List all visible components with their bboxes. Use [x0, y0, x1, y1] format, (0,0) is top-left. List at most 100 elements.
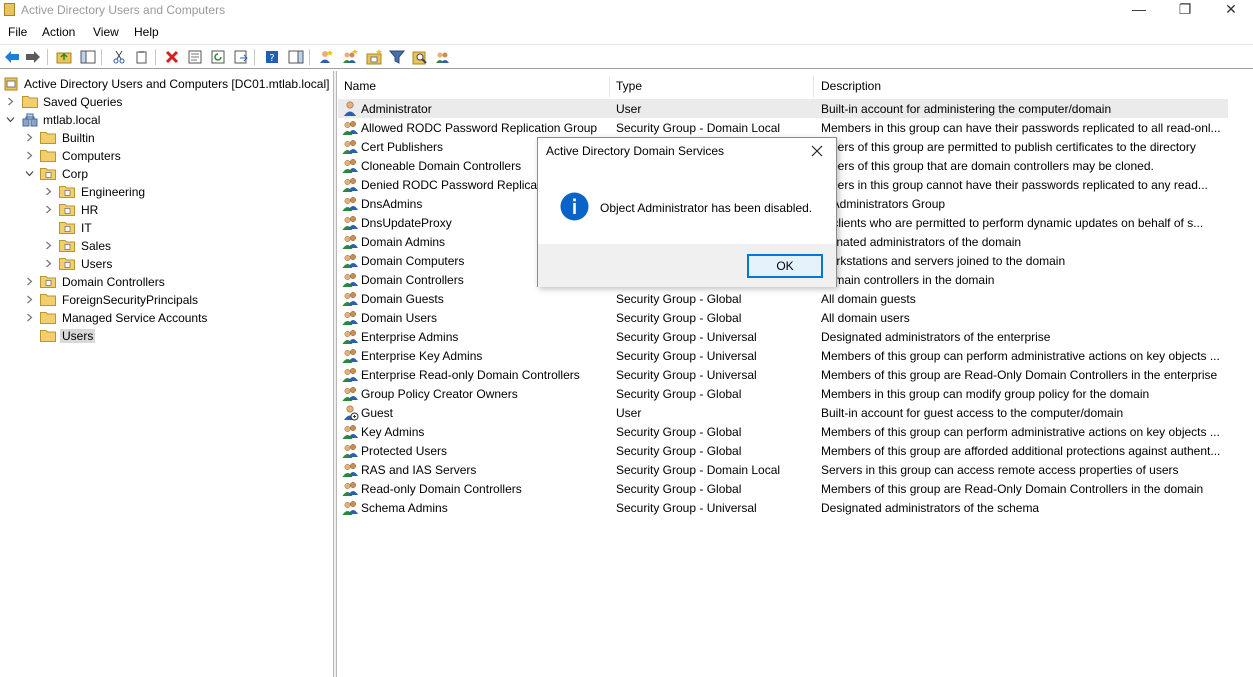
menu-file[interactable]: File: [8, 25, 27, 39]
list-row[interactable]: Key Admins Security Group - Global Members…: [338, 422, 1228, 441]
console-tree[interactable]: Active Directory Users and Computers [DC…: [0, 71, 334, 677]
create-group-icon[interactable]: [341, 48, 358, 65]
tree-item-managed-service-accounts[interactable]: Managed Service Accounts: [0, 309, 330, 327]
tree-item-label: Computers: [62, 149, 121, 163]
row-description: mbers of this group are permitted to pub…: [821, 140, 1196, 154]
toolbar-separator: [101, 49, 102, 65]
close-button[interactable]: ✕: [1208, 0, 1253, 21]
column-header-name[interactable]: Name: [338, 75, 609, 97]
row-description: Built-in account for guest access to the…: [821, 406, 1124, 420]
create-user-icon[interactable]: [317, 48, 334, 65]
dialog-footer: OK: [538, 244, 836, 287]
row-description: All domain guests: [821, 292, 916, 306]
column-header-type[interactable]: Type: [610, 75, 813, 97]
back-icon[interactable]: [3, 48, 20, 65]
row-type: Security Group - Universal: [616, 349, 757, 363]
expand-chevron-icon[interactable]: [25, 133, 34, 142]
tree-item-domain-controllers[interactable]: Domain Controllers: [0, 273, 330, 291]
export-list-icon[interactable]: [232, 48, 249, 65]
expand-chevron-icon[interactable]: [44, 241, 53, 250]
pane-splitter[interactable]: [334, 71, 337, 677]
copy-icon[interactable]: [133, 48, 150, 65]
tree-item-it[interactable]: IT: [0, 219, 330, 237]
list-row[interactable]: Domain Guests Security Group - Global All …: [338, 289, 1228, 308]
tree-root[interactable]: Active Directory Users and Computers [DC…: [0, 75, 330, 93]
group-icon: [342, 480, 359, 497]
list-row[interactable]: Enterprise Key Admins Security Group - Un…: [338, 346, 1228, 365]
delete-icon[interactable]: [163, 48, 180, 65]
create-ou-icon[interactable]: [365, 48, 382, 65]
group-icon: [342, 119, 359, 136]
group-icon: [342, 271, 359, 288]
row-type: Security Group - Global: [616, 482, 742, 496]
find-icon[interactable]: [411, 48, 428, 65]
toolbar: ?: [0, 44, 1253, 69]
expand-chevron-icon[interactable]: [25, 277, 34, 286]
group-icon: [342, 214, 359, 231]
collapse-chevron-icon[interactable]: [25, 169, 34, 178]
expand-chevron-icon[interactable]: [6, 97, 15, 106]
row-type: Security Group - Global: [616, 311, 742, 325]
group-icon: [342, 328, 359, 345]
tree-item-corp-users[interactable]: Users: [0, 255, 330, 273]
column-divider[interactable]: [813, 76, 814, 97]
tree-item-corp[interactable]: Corp: [0, 165, 330, 183]
row-name: Guest: [361, 406, 394, 420]
ok-button[interactable]: OK: [747, 254, 823, 278]
show-hide-console-tree-icon[interactable]: [79, 48, 96, 65]
menu-action[interactable]: Action: [42, 25, 75, 39]
expand-chevron-icon[interactable]: [44, 187, 53, 196]
expand-chevron-icon[interactable]: [44, 205, 53, 214]
expand-chevron-icon[interactable]: [25, 313, 34, 322]
row-type: Security Group - Domain Local: [616, 121, 781, 135]
add-to-group-icon[interactable]: [434, 48, 451, 65]
list-row[interactable]: Group Policy Creator Owners Security Grou…: [338, 384, 1228, 403]
filter-icon[interactable]: [388, 48, 405, 65]
list-row[interactable]: Schema Admins Security Group - Universal D…: [338, 498, 1228, 517]
expand-chevron-icon[interactable]: [44, 259, 53, 268]
list-row[interactable]: Guest User Built-in account for guest acce…: [338, 403, 1228, 422]
help-icon[interactable]: ?: [263, 48, 280, 65]
menu-view[interactable]: View: [93, 25, 119, 39]
minimize-button[interactable]: —: [1116, 0, 1162, 21]
toolbar-separator: [155, 49, 156, 65]
group-icon: [342, 385, 359, 402]
list-row[interactable]: RAS and IAS Servers Security Group - Doma…: [338, 460, 1228, 479]
close-icon: [811, 145, 823, 157]
refresh-icon[interactable]: [209, 48, 226, 65]
list-row[interactable]: Enterprise Admins Security Group - Univer…: [338, 327, 1228, 346]
folder-icon: [40, 293, 56, 306]
tree-item-hr[interactable]: HR: [0, 201, 330, 219]
tree-item-label: Users: [81, 257, 113, 271]
row-name: Group Policy Creator Owners: [361, 387, 518, 401]
show-action-pane-icon[interactable]: [287, 48, 304, 65]
cut-icon[interactable]: [110, 48, 127, 65]
tree-item-label: HR: [81, 203, 99, 217]
tree-item-users[interactable]: Users: [0, 327, 330, 345]
expand-chevron-icon[interactable]: [25, 295, 34, 304]
collapse-chevron-icon[interactable]: [6, 115, 15, 124]
list-row[interactable]: Read-only Domain Controllers Security Gro…: [338, 479, 1228, 498]
tree-item-computers[interactable]: Computers: [0, 147, 330, 165]
maximize-button[interactable]: ❐: [1162, 0, 1208, 21]
up-folder-icon[interactable]: [55, 48, 72, 65]
tree-item-foreign-security-principals[interactable]: ForeignSecurityPrincipals: [0, 291, 330, 309]
tree-item-saved-queries[interactable]: Saved Queries: [0, 93, 330, 111]
tree-item-builtin[interactable]: Builtin: [0, 129, 330, 147]
dialog-close-button[interactable]: [804, 140, 830, 162]
expand-chevron-icon[interactable]: [25, 151, 34, 160]
properties-icon[interactable]: [186, 48, 203, 65]
tree-item-engineering[interactable]: Engineering: [0, 183, 330, 201]
folder-icon: [59, 203, 75, 216]
forward-icon[interactable]: [24, 48, 41, 65]
column-header-description[interactable]: Description: [815, 75, 1215, 97]
list-row[interactable]: Domain Users Security Group - Global All d…: [338, 308, 1228, 327]
row-name: Domain Guests: [361, 292, 444, 306]
tree-item-domain[interactable]: mtlab.local: [0, 111, 330, 129]
menu-help[interactable]: Help: [134, 25, 159, 39]
list-row[interactable]: Enterprise Read-only Domain Controllers S…: [338, 365, 1228, 384]
list-row[interactable]: Administrator User Built-in account for ad…: [338, 99, 1228, 118]
tree-item-sales[interactable]: Sales: [0, 237, 330, 255]
list-row[interactable]: Allowed RODC Password Replication Group S…: [338, 118, 1228, 137]
list-row[interactable]: Protected Users Security Group - Global Me…: [338, 441, 1228, 460]
